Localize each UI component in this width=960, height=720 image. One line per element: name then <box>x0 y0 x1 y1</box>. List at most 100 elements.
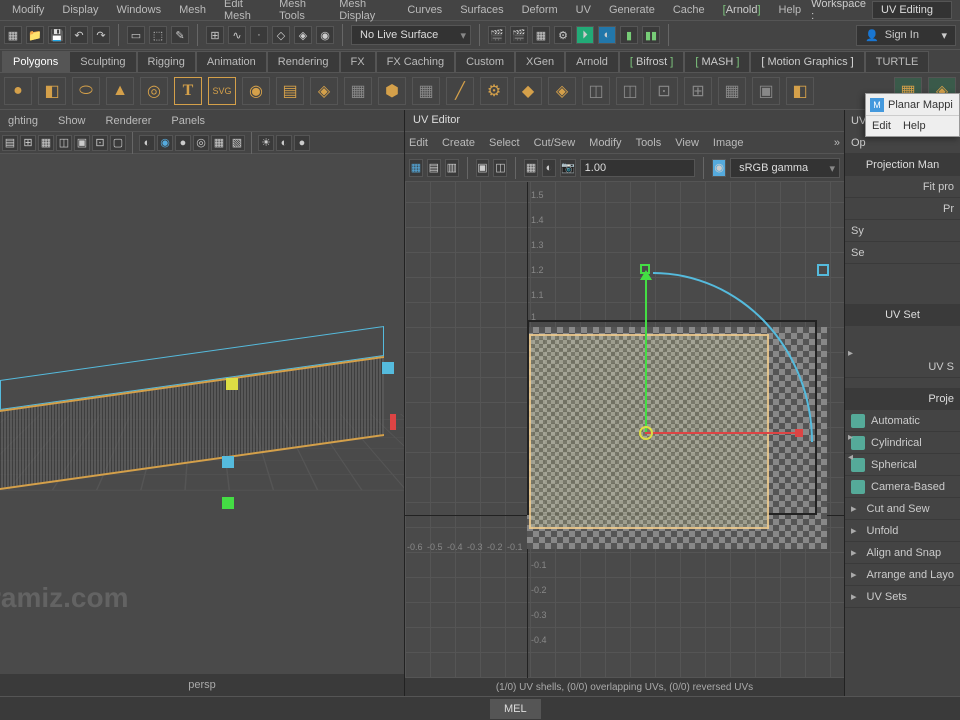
uv-menu-create[interactable]: Create <box>442 137 475 149</box>
snap-point-icon[interactable]: · <box>250 26 268 44</box>
rp-spherical[interactable]: Spherical <box>845 454 960 476</box>
tab-xgen[interactable]: XGen <box>515 51 565 72</box>
uv-menu-select[interactable]: Select <box>489 137 520 149</box>
rp-uvset-header[interactable]: UV Set <box>845 304 960 326</box>
rp-pc[interactable]: Pr <box>943 203 954 215</box>
menu-meshdisplay[interactable]: Mesh Display <box>331 0 397 25</box>
signin-button[interactable]: 👤 Sign In ▾ <box>856 25 956 46</box>
snap-curve-icon[interactable]: ∿ <box>228 26 246 44</box>
redo-icon[interactable]: ↷ <box>92 26 110 44</box>
uv-grid3-icon[interactable]: ▥ <box>445 159 459 177</box>
tab-fxcaching[interactable]: FX Caching <box>376 51 455 72</box>
cone-icon[interactable]: ▲ <box>106 77 134 105</box>
rp-cutsew[interactable]: Cut and Sew <box>845 498 960 520</box>
menu-deform[interactable]: Deform <box>514 1 566 19</box>
z-handle-icon[interactable] <box>222 497 234 509</box>
workspace-dropdown[interactable]: UV Editing <box>872 1 952 19</box>
prism-icon[interactable]: ⬢ <box>378 77 406 105</box>
popup-help[interactable]: Help <box>903 120 926 132</box>
menu-surfaces[interactable]: Surfaces <box>452 1 511 19</box>
tab-turtle[interactable]: TURTLE <box>865 51 930 72</box>
vp-tool5-icon[interactable]: ▣ <box>74 135 90 151</box>
undo-icon[interactable]: ↶ <box>70 26 88 44</box>
uv-gamma-dropdown[interactable]: sRGB gamma <box>730 158 840 178</box>
menu-help[interactable]: Help <box>771 1 810 19</box>
boolean-icon[interactable]: ⊞ <box>684 77 712 105</box>
scale-handle-icon[interactable] <box>382 362 394 374</box>
uv-checker-icon[interactable]: ▦ <box>524 159 538 177</box>
rp-cylindrical[interactable]: Cylindrical <box>845 432 960 454</box>
render-settings-icon[interactable]: ⚙ <box>554 26 572 44</box>
open-scene-icon[interactable]: 📁 <box>26 26 44 44</box>
vp-light1-icon[interactable]: ☀ <box>258 135 274 151</box>
vp-tool1-icon[interactable]: ▤ <box>2 135 18 151</box>
combine-icon[interactable]: ◫ <box>582 77 610 105</box>
tab-polygons[interactable]: Polygons <box>2 51 69 72</box>
snap-view-icon[interactable]: ◈ <box>294 26 312 44</box>
smooth-icon[interactable]: ▦ <box>718 77 746 105</box>
extract-icon[interactable]: ⊡ <box>650 77 678 105</box>
snap-plane-icon[interactable]: ◇ <box>272 26 290 44</box>
menu-uv[interactable]: UV <box>568 1 599 19</box>
collapse-icon[interactable]: ▸ <box>848 348 860 360</box>
tab-arnold[interactable]: Arnold <box>565 51 619 72</box>
sphere-icon[interactable]: ● <box>4 77 32 105</box>
pipe-icon[interactable]: ▦ <box>412 77 440 105</box>
ipr-icon[interactable]: ▦ <box>532 26 550 44</box>
rp-unfold[interactable]: Unfold <box>845 520 960 542</box>
vp-tool3-icon[interactable]: ▦ <box>38 135 54 151</box>
viewport-canvas[interactable]: ramiz.com <box>0 154 404 674</box>
select-icon[interactable]: ▭ <box>127 26 145 44</box>
uv-menu-view[interactable]: View <box>675 137 699 149</box>
gear-icon[interactable]: ⚙ <box>480 77 508 105</box>
vp-panels[interactable]: Panels <box>167 113 209 129</box>
vp-shade4-icon[interactable]: ◎ <box>193 135 209 151</box>
vp-renderer[interactable]: Renderer <box>102 113 156 129</box>
paint-icon[interactable]: ✎ <box>171 26 189 44</box>
uv-blue-handle-icon[interactable] <box>817 264 829 276</box>
uv-frame1-icon[interactable]: ▣ <box>476 159 490 177</box>
tab-custom[interactable]: Custom <box>455 51 515 72</box>
x-handle-icon[interactable] <box>390 414 396 430</box>
tab-animation[interactable]: Animation <box>196 51 267 72</box>
live-surface-dropdown[interactable]: No Live Surface <box>351 25 471 45</box>
tab-fx[interactable]: FX <box>340 51 376 72</box>
snap-live-icon[interactable]: ◉ <box>316 26 334 44</box>
y-handle-icon[interactable] <box>226 378 238 390</box>
disc-icon[interactable]: ◉ <box>242 77 270 105</box>
menu-arnold[interactable]: [Arnold] <box>715 1 769 19</box>
rp-camera[interactable]: Camera-Based <box>845 476 960 498</box>
vp-tool6-icon[interactable]: ⊡ <box>92 135 108 151</box>
save-scene-icon[interactable]: 💾 <box>48 26 66 44</box>
grid-icon[interactable]: ▦ <box>344 77 372 105</box>
uv-menu-more-icon[interactable]: » <box>834 137 840 149</box>
separate-icon[interactable]: ◫ <box>616 77 644 105</box>
cube-icon[interactable]: ◧ <box>38 77 66 105</box>
menu-editmesh[interactable]: Edit Mesh <box>216 0 269 25</box>
hypershade-icon[interactable]: ◐ <box>598 26 616 44</box>
rp-uvsets[interactable]: UV Sets <box>845 586 960 608</box>
rp-arrange[interactable]: Arrange and Layo <box>845 564 960 586</box>
vp-shade6-icon[interactable]: ▧ <box>229 135 245 151</box>
vp-light3-icon[interactable]: ● <box>294 135 310 151</box>
uv-dim-icon[interactable]: ◐ <box>542 159 556 177</box>
collapse2-icon[interactable]: ▸ <box>848 432 860 444</box>
snap-grid-icon[interactable]: ⊞ <box>206 26 224 44</box>
scale-handle2-icon[interactable] <box>222 456 234 468</box>
rp-automatic[interactable]: Automatic <box>845 410 960 432</box>
menu-windows[interactable]: Windows <box>108 1 169 19</box>
uv-frame2-icon[interactable]: ◫ <box>493 159 507 177</box>
rp-proj-header[interactable]: Proje <box>845 388 960 410</box>
uv-menu-tools[interactable]: Tools <box>636 137 662 149</box>
superellipse-icon[interactable]: ◈ <box>548 77 576 105</box>
uv-menu-cutsew[interactable]: Cut/Sew <box>534 137 576 149</box>
uv-menu-edit[interactable]: Edit <box>409 137 428 149</box>
vp-tool4-icon[interactable]: ◫ <box>56 135 72 151</box>
vp-show[interactable]: Show <box>54 113 90 129</box>
play-icon[interactable]: ⏵ <box>576 26 594 44</box>
uv-menu-modify[interactable]: Modify <box>589 137 621 149</box>
tab-motiongraphics[interactable]: [ Motion Graphics ] <box>750 51 864 72</box>
vp-light2-icon[interactable]: ◐ <box>276 135 292 151</box>
mirror-icon[interactable]: ◧ <box>786 77 814 105</box>
light-icon[interactable]: ▮ <box>620 26 638 44</box>
